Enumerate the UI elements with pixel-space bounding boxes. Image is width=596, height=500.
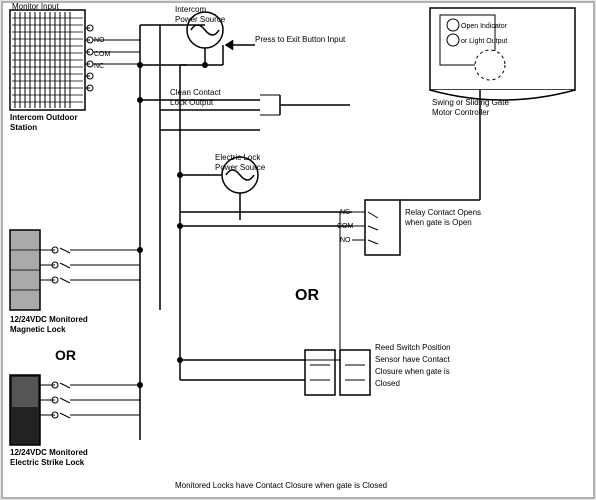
svg-text:Power Source: Power Source [215,163,266,172]
wiring-diagram: Monitor Input NO COM NC Intercom Outdoor… [0,0,596,500]
svg-text:Closed: Closed [375,379,400,388]
intercom-power-label: Intercom [175,5,206,14]
svg-text:Sensor have Contact: Sensor have Contact [375,355,450,364]
svg-text:Closure when gate is: Closure when gate is [375,367,450,376]
svg-text:Electric Strike Lock: Electric Strike Lock [10,458,85,467]
magnetic-lock-label: 12/24VDC Monitored [10,315,88,324]
electric-lock-label: Electric Lock [215,153,261,162]
svg-text:Open Indicator: Open Indicator [461,23,508,30]
svg-text:Magnetic Lock: Magnetic Lock [10,325,66,334]
svg-text:Motor Controller: Motor Controller [432,108,490,117]
svg-text:when gate is Open: when gate is Open [404,218,472,227]
intercom-outdoor-label: Intercom Outdoor [10,113,78,122]
svg-text:or Light Output: or Light Output [461,38,507,45]
relay-contact-label: Relay Contact Opens [405,208,481,217]
svg-text:Power Source: Power Source [175,15,226,24]
swing-gate-label: Swing or Sliding Gate [432,98,509,107]
reed-switch-label: Reed Switch Position [375,343,451,352]
or-label-2: OR [295,287,319,304]
or-label-1: OR [55,347,76,363]
press-exit-label: Press to Exit Button Input [255,35,346,44]
clean-contact-label: Clean Contact [170,88,221,97]
electric-strike-label: 12/24VDC Monitored [10,448,88,457]
svg-text:Station: Station [10,123,37,132]
svg-text:NO: NO [340,237,351,244]
svg-text:Lock Output: Lock Output [170,98,214,107]
monitor-input-label: Monitor Input [12,2,59,11]
bottom-label: Monitored Locks have Contact Closure whe… [175,481,387,490]
